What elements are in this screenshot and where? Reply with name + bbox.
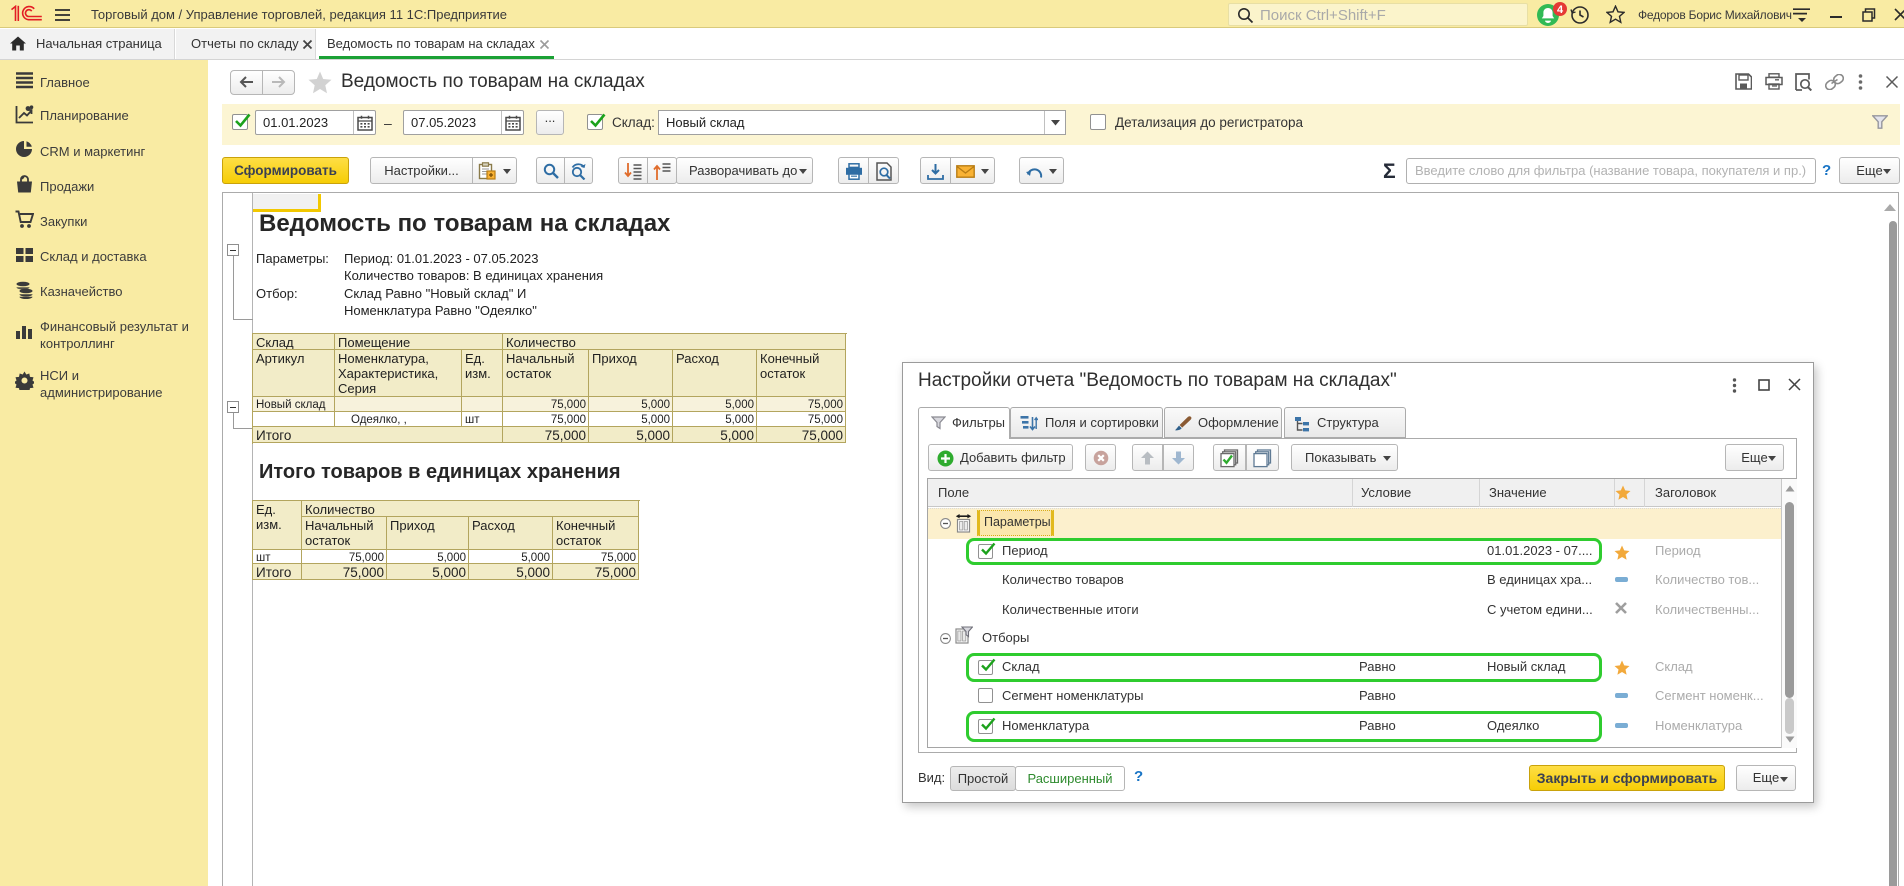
svg-text:4: 4 xyxy=(1557,4,1564,16)
